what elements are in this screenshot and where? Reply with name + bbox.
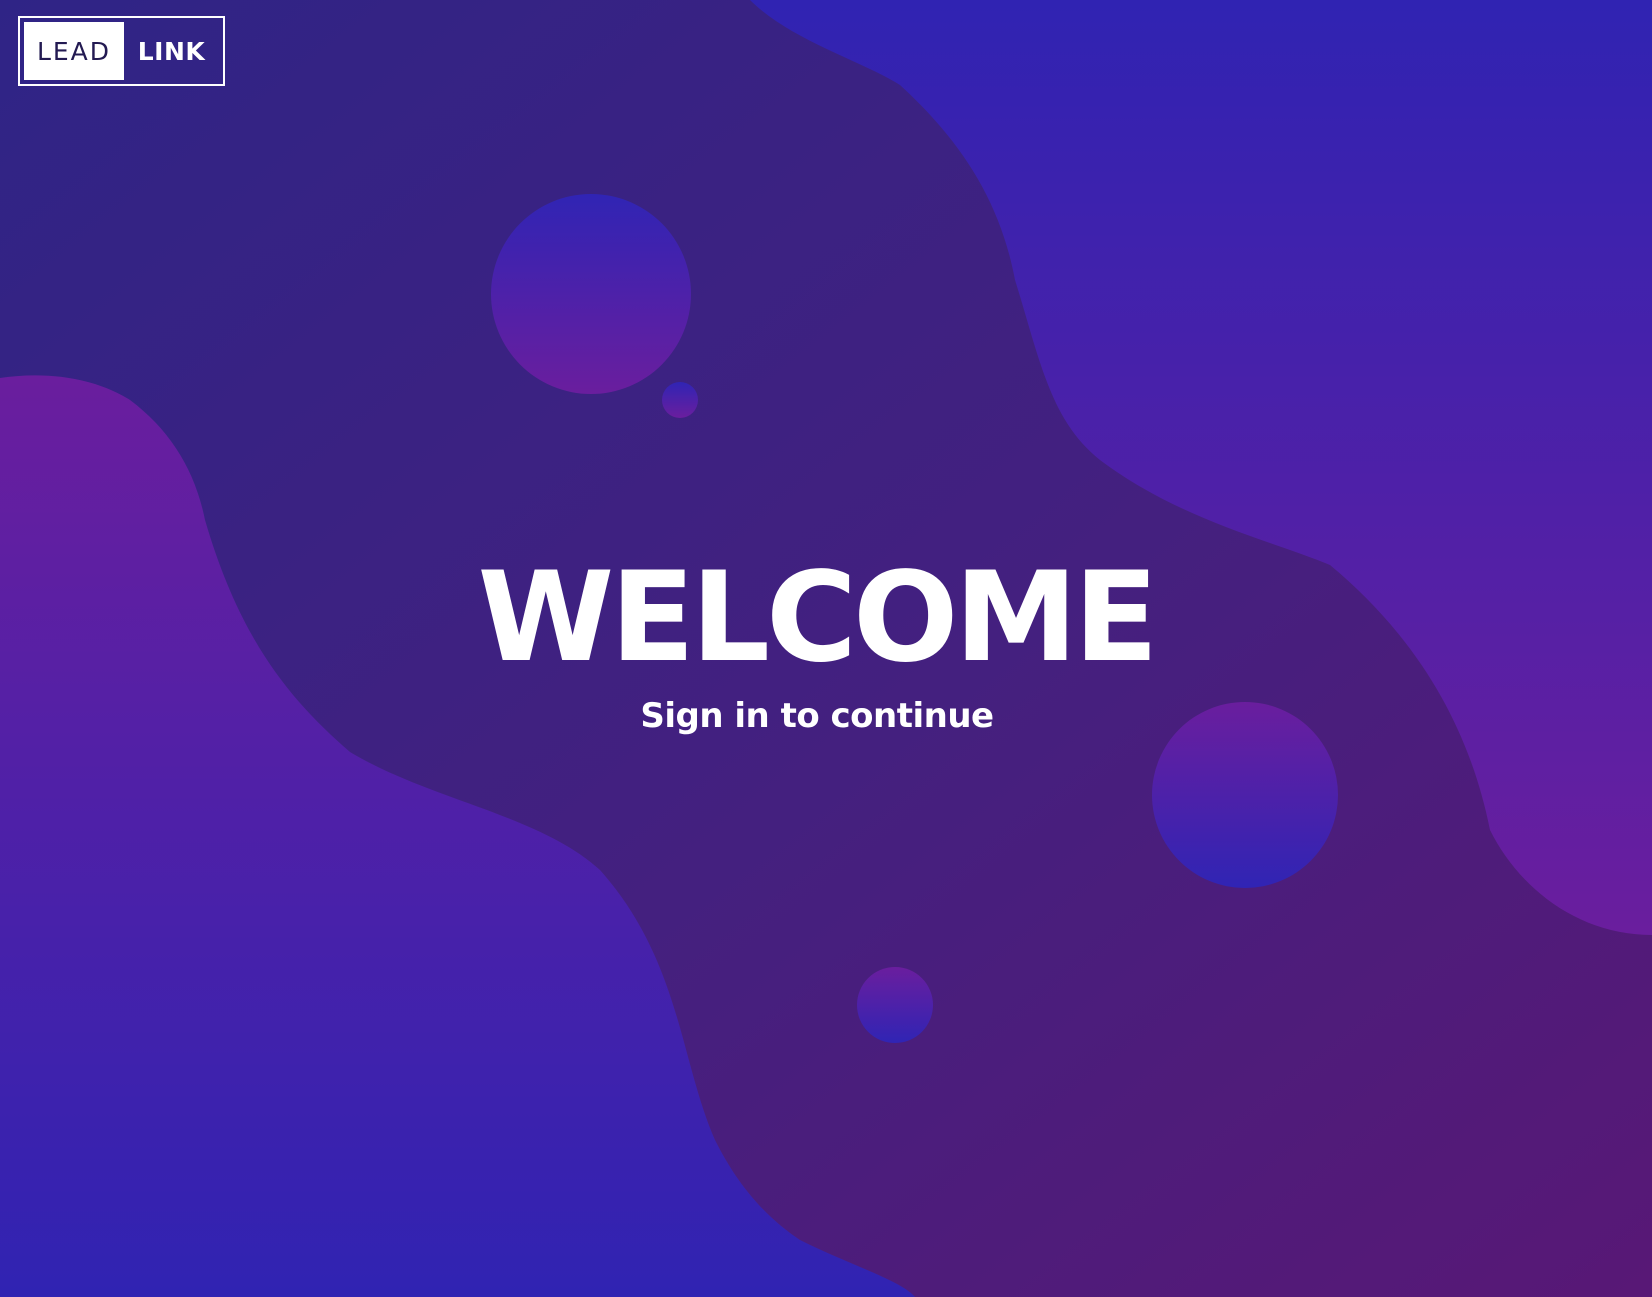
sign-in-subtitle: Sign in to continue [640,696,994,736]
welcome-title: WELCOME [477,546,1158,690]
hero-section: WELCOME Sign in to continue [0,556,1652,736]
circle-small-bottom [857,967,933,1043]
lead-link-logo[interactable]: LEAD LINK [18,16,225,86]
logo-link-text: LINK [137,36,206,66]
circle-small-top [662,382,698,418]
circle-large-top [491,194,691,394]
logo-lead-text: LEAD [24,22,124,80]
